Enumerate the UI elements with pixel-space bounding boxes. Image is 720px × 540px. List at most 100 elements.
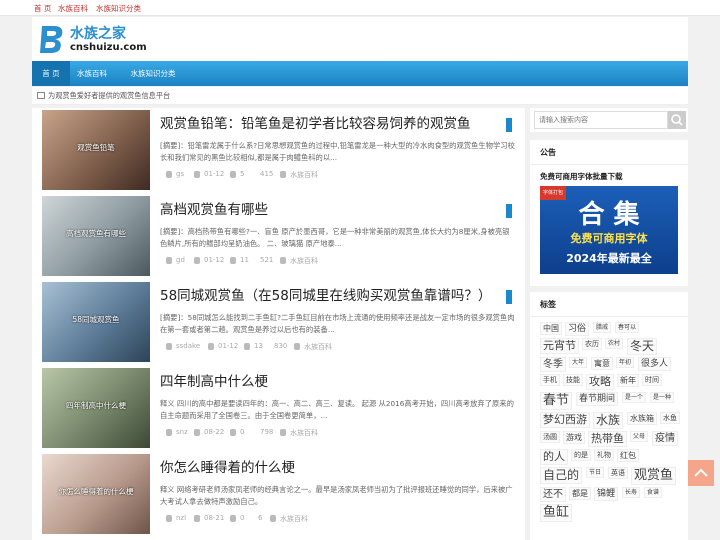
ad-banner[interactable]: 字体打包 合 集 免费可商用字体 2024年最新最全 [540,186,678,274]
meta-date: 08-22 [204,428,225,436]
thumbnail-label: 你怎么睡得着的什么梗 [58,487,134,496]
tag-link[interactable]: 农村 [605,338,624,349]
chevron-right-icon[interactable] [506,290,512,304]
thumbnail-label: 58同城观赏鱼 [72,315,120,324]
article-title[interactable]: 观赏鱼铅笔：铅笔鱼是初学者比较容易饲养的观赏鱼 [160,112,471,132]
meta-author[interactable]: gd [176,256,185,264]
folder-icon [280,171,286,178]
search-icon [671,114,683,126]
back-to-top-button[interactable] [688,460,714,486]
tag-link[interactable]: 红包 [617,449,639,462]
tag-link[interactable]: 观赏鱼 [631,467,677,485]
meta-author[interactable]: ssdake [176,342,200,350]
clock-icon [194,171,200,178]
clock-icon [194,257,200,264]
meta-author[interactable]: snz [176,428,188,436]
folder-icon [280,257,286,264]
nav-item-home[interactable]: 首 页 [32,61,70,86]
tag-link[interactable]: 习俗 [565,322,590,336]
article-summary: 释义 四川的高中都是要读四年的：高一、高二、高三、复读。 起源 从2016高考开… [160,399,514,420]
tags-panel: 标签 中国 习俗 腊戚 春可以 元宵节 农历 农村 冬天 冬季 大年 寓意 年初 很多人 手机 技能 攻略 新年… [530,292,688,540]
tag-link[interactable]: 的是 [571,449,591,461]
tag-link[interactable]: 冬天 [627,338,658,355]
tag-link[interactable]: 英语 [608,467,628,479]
tag-link[interactable]: 春可以 [615,322,640,333]
article-thumbnail[interactable]: 你怎么睡得着的什么梗 [42,454,150,534]
meta-category[interactable]: 水族百科 [290,170,318,180]
nav-item-encyclopedia[interactable]: 水族百科 [70,61,114,86]
tag-link[interactable]: 新年 [617,374,639,387]
tag-link[interactable]: 锦鲤 [594,487,619,501]
tag-link[interactable]: 时间 [642,374,662,386]
tag-link[interactable]: 元宵节 [540,338,579,354]
article-title[interactable]: 你怎么睡得着的什么梗 [160,456,295,476]
tag-link[interactable]: 寓意 [591,357,613,370]
tag-link[interactable]: 水族 [593,412,624,429]
tag-link[interactable]: 中国 [540,322,562,335]
tag-link[interactable]: 节日 [586,467,605,478]
logo-text-cn[interactable]: 水族之家 [70,23,126,43]
tag-link[interactable]: 水族箱 [627,412,657,425]
tag-link[interactable]: 水鱼 [660,412,680,424]
tag-link[interactable]: 都是 [569,487,591,500]
tag-link[interactable]: 大年 [569,357,588,368]
topbar-link-home[interactable]: 首 页 [34,3,51,14]
tag-link[interactable]: 腊戚 [593,322,612,333]
tag-link[interactable]: 手机 [540,374,560,386]
tag-link[interactable]: 是一个 [622,392,647,403]
tag-link[interactable]: 自己的 [540,467,583,484]
meta-views: 5 [240,170,245,178]
article-thumbnail[interactable]: 高档观赏鱼有哪些 [42,196,150,276]
logo-icon[interactable] [38,23,66,55]
meta-comments: 830 [274,342,288,350]
main-nav: 首 页 水族百科 水族知识分类 [32,61,688,86]
search-button[interactable] [668,111,686,129]
tag-link[interactable]: 疫情 [652,431,678,446]
tag-link[interactable]: 春节 [540,392,573,410]
tag-link[interactable]: 的人 [540,449,568,465]
logo-text-en[interactable]: cnshuizu.com [70,42,147,53]
tag-link[interactable]: 技能 [563,374,583,386]
search-input[interactable] [534,111,668,129]
article-title[interactable]: 58同城观赏鱼（在58同城里在线购买观赏鱼靠谱吗？） [160,284,491,304]
ad-title[interactable]: 免费可商用字体批量下载 [540,171,623,182]
article-title[interactable]: 四年制高中什么梗 [160,370,268,390]
tag-link[interactable]: 游戏 [563,431,585,444]
tag-link[interactable]: 礼物 [594,449,614,461]
tag-link[interactable]: 还不 [540,487,566,502]
article-item: 观赏鱼铅笔 观赏鱼铅笔：铅笔鱼是初学者比较容易饲养的观赏鱼 [摘要]：铅笔雷龙属… [32,108,525,194]
meta-category[interactable]: 水族百科 [304,342,332,352]
chevron-right-icon[interactable] [506,118,512,132]
meta-author[interactable]: gs [176,170,184,178]
tag-link[interactable]: 农历 [582,338,602,350]
tag-link[interactable]: 年初 [616,357,635,368]
article-meta: ssdake 01-12 13 830 水族百科 [160,342,516,352]
tag-link[interactable]: 热带鱼 [588,431,627,447]
tag-link[interactable]: 食谱 [644,487,663,498]
meta-category[interactable]: 水族百科 [280,514,308,524]
thumbnail-label: 四年制高中什么梗 [66,401,126,410]
tag-link[interactable]: 汤圆 [540,431,560,443]
tag-link[interactable]: 是一种 [650,392,675,403]
topbar-link-encyclopedia[interactable]: 水族百科 [58,3,88,14]
nav-item-categories[interactable]: 水族知识分类 [118,61,188,86]
tag-link[interactable]: 春节期间 [576,392,619,406]
tag-link[interactable]: 梦幻西游 [540,412,590,428]
clock-icon [208,343,214,350]
article-thumbnail[interactable]: 58同城观赏鱼 [42,282,150,362]
meta-category[interactable]: 水族百科 [290,428,318,438]
article-thumbnail[interactable]: 观赏鱼铅笔 [42,110,150,190]
tag-link[interactable]: 冬季 [540,357,566,372]
tag-link[interactable]: 很多人 [638,357,672,371]
article-summary: [摘要]：铅笔雷龙属于什么系?日常思想观赏鱼的过程中,铅笔雷龙是一种大型的冷水肉… [160,141,515,162]
meta-author[interactable]: nzl [176,514,186,522]
tag-link[interactable]: 父母 [630,431,649,442]
meta-category[interactable]: 水族百科 [290,256,318,266]
chevron-right-icon[interactable] [506,204,512,218]
tag-link[interactable]: 长寿 [622,487,641,498]
article-thumbnail[interactable]: 四年制高中什么梗 [42,368,150,448]
tag-link[interactable]: 攻略 [586,374,614,390]
article-title[interactable]: 高档观赏鱼有哪些 [160,198,268,218]
tag-link[interactable]: 鱼缸 [540,504,573,522]
topbar-link-categories[interactable]: 水族知识分类 [96,3,141,14]
